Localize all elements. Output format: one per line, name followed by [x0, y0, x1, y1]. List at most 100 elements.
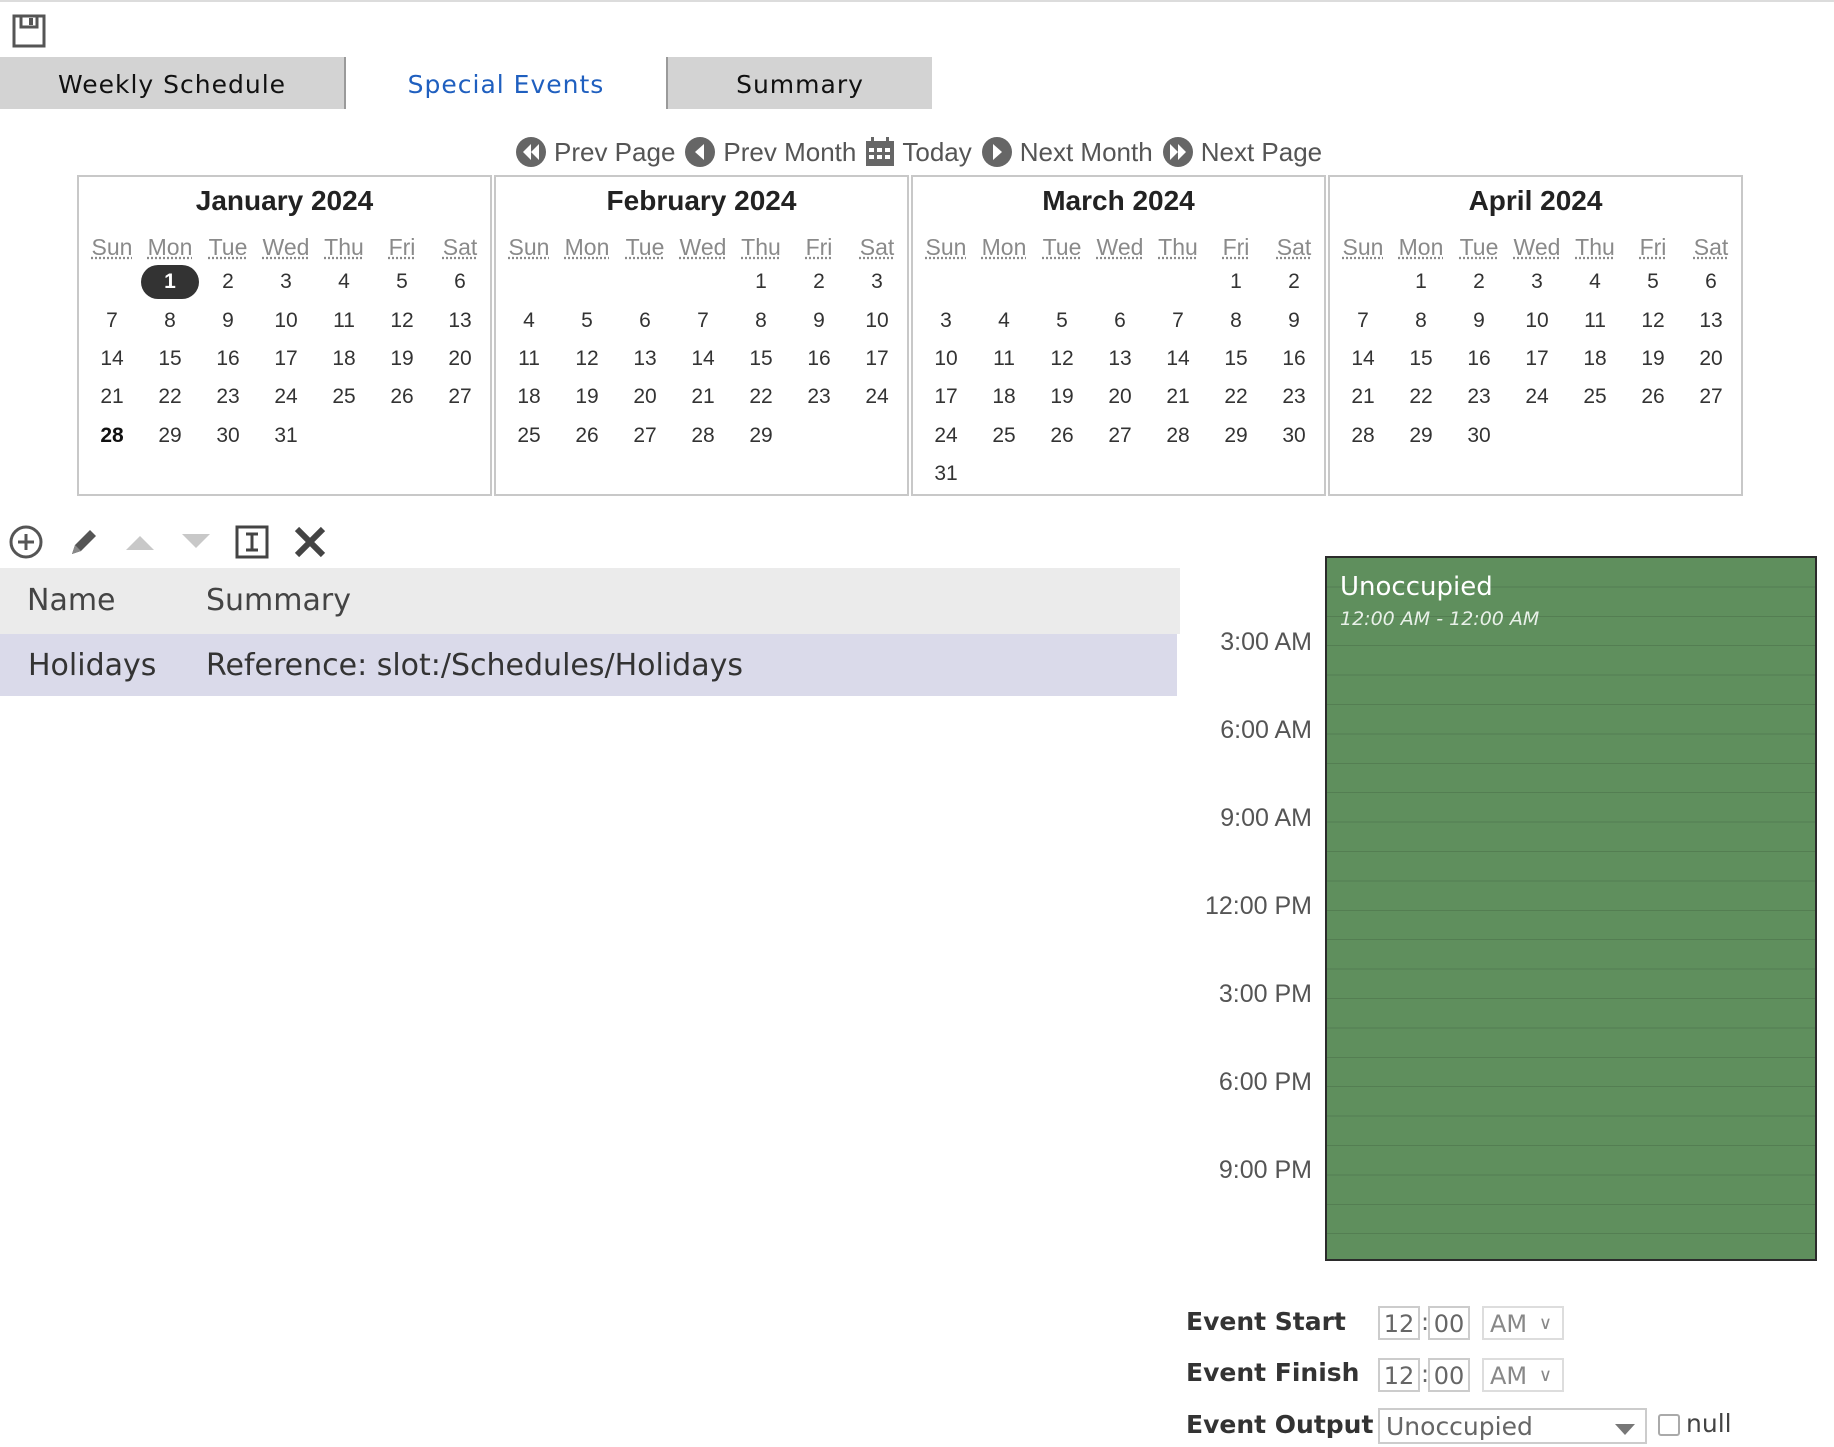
calendar-day[interactable]: 26 [1033, 421, 1091, 451]
calendar-day[interactable]: 29 [141, 421, 199, 451]
calendar-day[interactable]: 5 [1624, 267, 1682, 297]
calendar-day[interactable]: 12 [373, 306, 431, 336]
event-start-ampm[interactable]: AM ∨ [1482, 1306, 1564, 1340]
calendar-day[interactable]: 11 [975, 344, 1033, 374]
calendar-day[interactable]: 5 [558, 306, 616, 336]
calendar-day[interactable]: 29 [1392, 421, 1450, 451]
calendar-day[interactable]: 3 [848, 267, 906, 297]
calendar-day[interactable]: 23 [1450, 382, 1508, 412]
calendar-day[interactable]: 24 [917, 421, 975, 451]
column-header-name[interactable]: Name [27, 568, 116, 634]
calendar-day[interactable]: 25 [315, 382, 373, 412]
calendar-day[interactable]: 6 [1682, 267, 1740, 297]
calendar-day[interactable]: 2 [1450, 267, 1508, 297]
day-timeline[interactable]: Unoccupied 12:00 AM - 12:00 AM [1325, 556, 1817, 1261]
calendar-day[interactable]: 1 [1392, 267, 1450, 297]
calendar-day[interactable]: 27 [1091, 421, 1149, 451]
move-up-icon[interactable] [120, 522, 160, 562]
calendar-day[interactable]: 29 [732, 421, 790, 451]
calendar-day[interactable]: 18 [975, 382, 1033, 412]
calendar-day[interactable]: 30 [1265, 421, 1323, 451]
calendar-day[interactable]: 2 [1265, 267, 1323, 297]
calendar-day[interactable]: 14 [1149, 344, 1207, 374]
calendar-day[interactable]: 25 [500, 421, 558, 451]
calendar-day[interactable]: 8 [141, 306, 199, 336]
today-button[interactable]: Today [865, 137, 972, 168]
calendar-day[interactable]: 8 [732, 306, 790, 336]
calendar-day[interactable]: 17 [257, 344, 315, 374]
calendar-day[interactable]: 8 [1207, 306, 1265, 336]
calendar-day[interactable]: 14 [83, 344, 141, 374]
calendar-day[interactable]: 12 [558, 344, 616, 374]
calendar-day[interactable]: 4 [975, 306, 1033, 336]
event-finish-minute[interactable]: 00 [1428, 1358, 1470, 1392]
calendar-day[interactable]: 4 [1566, 267, 1624, 297]
calendar-day[interactable]: 22 [1207, 382, 1265, 412]
calendar-day[interactable]: 28 [674, 421, 732, 451]
calendar-day[interactable]: 11 [500, 344, 558, 374]
calendar-day[interactable]: 10 [917, 344, 975, 374]
calendar-day[interactable]: 29 [1207, 421, 1265, 451]
move-down-icon[interactable] [176, 522, 216, 562]
column-header-summary[interactable]: Summary [206, 568, 351, 634]
calendar-day[interactable]: 30 [199, 421, 257, 451]
calendar-day[interactable]: 28 [83, 421, 141, 451]
calendar-day[interactable]: 2 [199, 267, 257, 297]
calendar-day[interactable]: 19 [1033, 382, 1091, 412]
calendar-day[interactable]: 12 [1624, 306, 1682, 336]
calendar-day-selected[interactable]: 1 [141, 265, 199, 299]
edit-icon[interactable] [64, 522, 104, 562]
calendar-day[interactable]: 15 [141, 344, 199, 374]
calendar-day[interactable]: 15 [732, 344, 790, 374]
calendar-day[interactable]: 30 [1450, 421, 1508, 451]
calendar-day[interactable]: 26 [558, 421, 616, 451]
calendar-day[interactable]: 1 [732, 267, 790, 297]
calendar-day[interactable]: 17 [1508, 344, 1566, 374]
calendar-day[interactable]: 26 [1624, 382, 1682, 412]
next-month-button[interactable]: Next Month [981, 136, 1153, 168]
tab-special-events[interactable]: Special Events [346, 57, 666, 109]
calendar-day[interactable]: 9 [1450, 306, 1508, 336]
calendar-day[interactable]: 22 [1392, 382, 1450, 412]
calendar-day[interactable]: 28 [1334, 421, 1392, 451]
save-icon[interactable] [12, 14, 46, 48]
calendar-day[interactable]: 21 [674, 382, 732, 412]
calendar-day[interactable]: 13 [616, 344, 674, 374]
calendar-day[interactable]: 11 [1566, 306, 1624, 336]
prev-month-button[interactable]: Prev Month [684, 136, 856, 168]
calendar-day[interactable]: 31 [917, 459, 975, 489]
calendar-day[interactable]: 7 [1334, 306, 1392, 336]
calendar-day[interactable]: 11 [315, 306, 373, 336]
calendar-day[interactable]: 18 [315, 344, 373, 374]
calendar-day[interactable]: 4 [500, 306, 558, 336]
calendar-day[interactable]: 7 [674, 306, 732, 336]
calendar-day[interactable]: 13 [1682, 306, 1740, 336]
calendar-day[interactable]: 24 [257, 382, 315, 412]
delete-icon[interactable] [290, 522, 330, 562]
calendar-day[interactable]: 8 [1392, 306, 1450, 336]
calendar-day[interactable]: 18 [1566, 344, 1624, 374]
calendar-day[interactable]: 23 [199, 382, 257, 412]
calendar-day[interactable]: 2 [790, 267, 848, 297]
calendar-day[interactable]: 5 [1033, 306, 1091, 336]
calendar-day[interactable]: 5 [373, 267, 431, 297]
calendar-day[interactable]: 27 [431, 382, 489, 412]
calendar-day[interactable]: 24 [1508, 382, 1566, 412]
calendar-day[interactable]: 20 [616, 382, 674, 412]
add-icon[interactable] [6, 522, 46, 562]
calendar-day[interactable]: 13 [431, 306, 489, 336]
rename-icon[interactable] [232, 522, 272, 562]
calendar-day[interactable]: 24 [848, 382, 906, 412]
calendar-day[interactable]: 7 [83, 306, 141, 336]
calendar-day[interactable]: 20 [431, 344, 489, 374]
calendar-day[interactable]: 27 [616, 421, 674, 451]
calendar-day[interactable]: 21 [1149, 382, 1207, 412]
calendar-day[interactable]: 28 [1149, 421, 1207, 451]
event-output-select[interactable]: Unoccupied [1378, 1408, 1647, 1444]
calendar-day[interactable]: 27 [1682, 382, 1740, 412]
calendar-day[interactable]: 9 [199, 306, 257, 336]
table-row[interactable]: Holidays Reference: slot:/Schedules/Holi… [0, 634, 1177, 696]
calendar-day[interactable]: 1 [1207, 267, 1265, 297]
calendar-day[interactable]: 25 [975, 421, 1033, 451]
null-checkbox[interactable] [1658, 1414, 1680, 1436]
